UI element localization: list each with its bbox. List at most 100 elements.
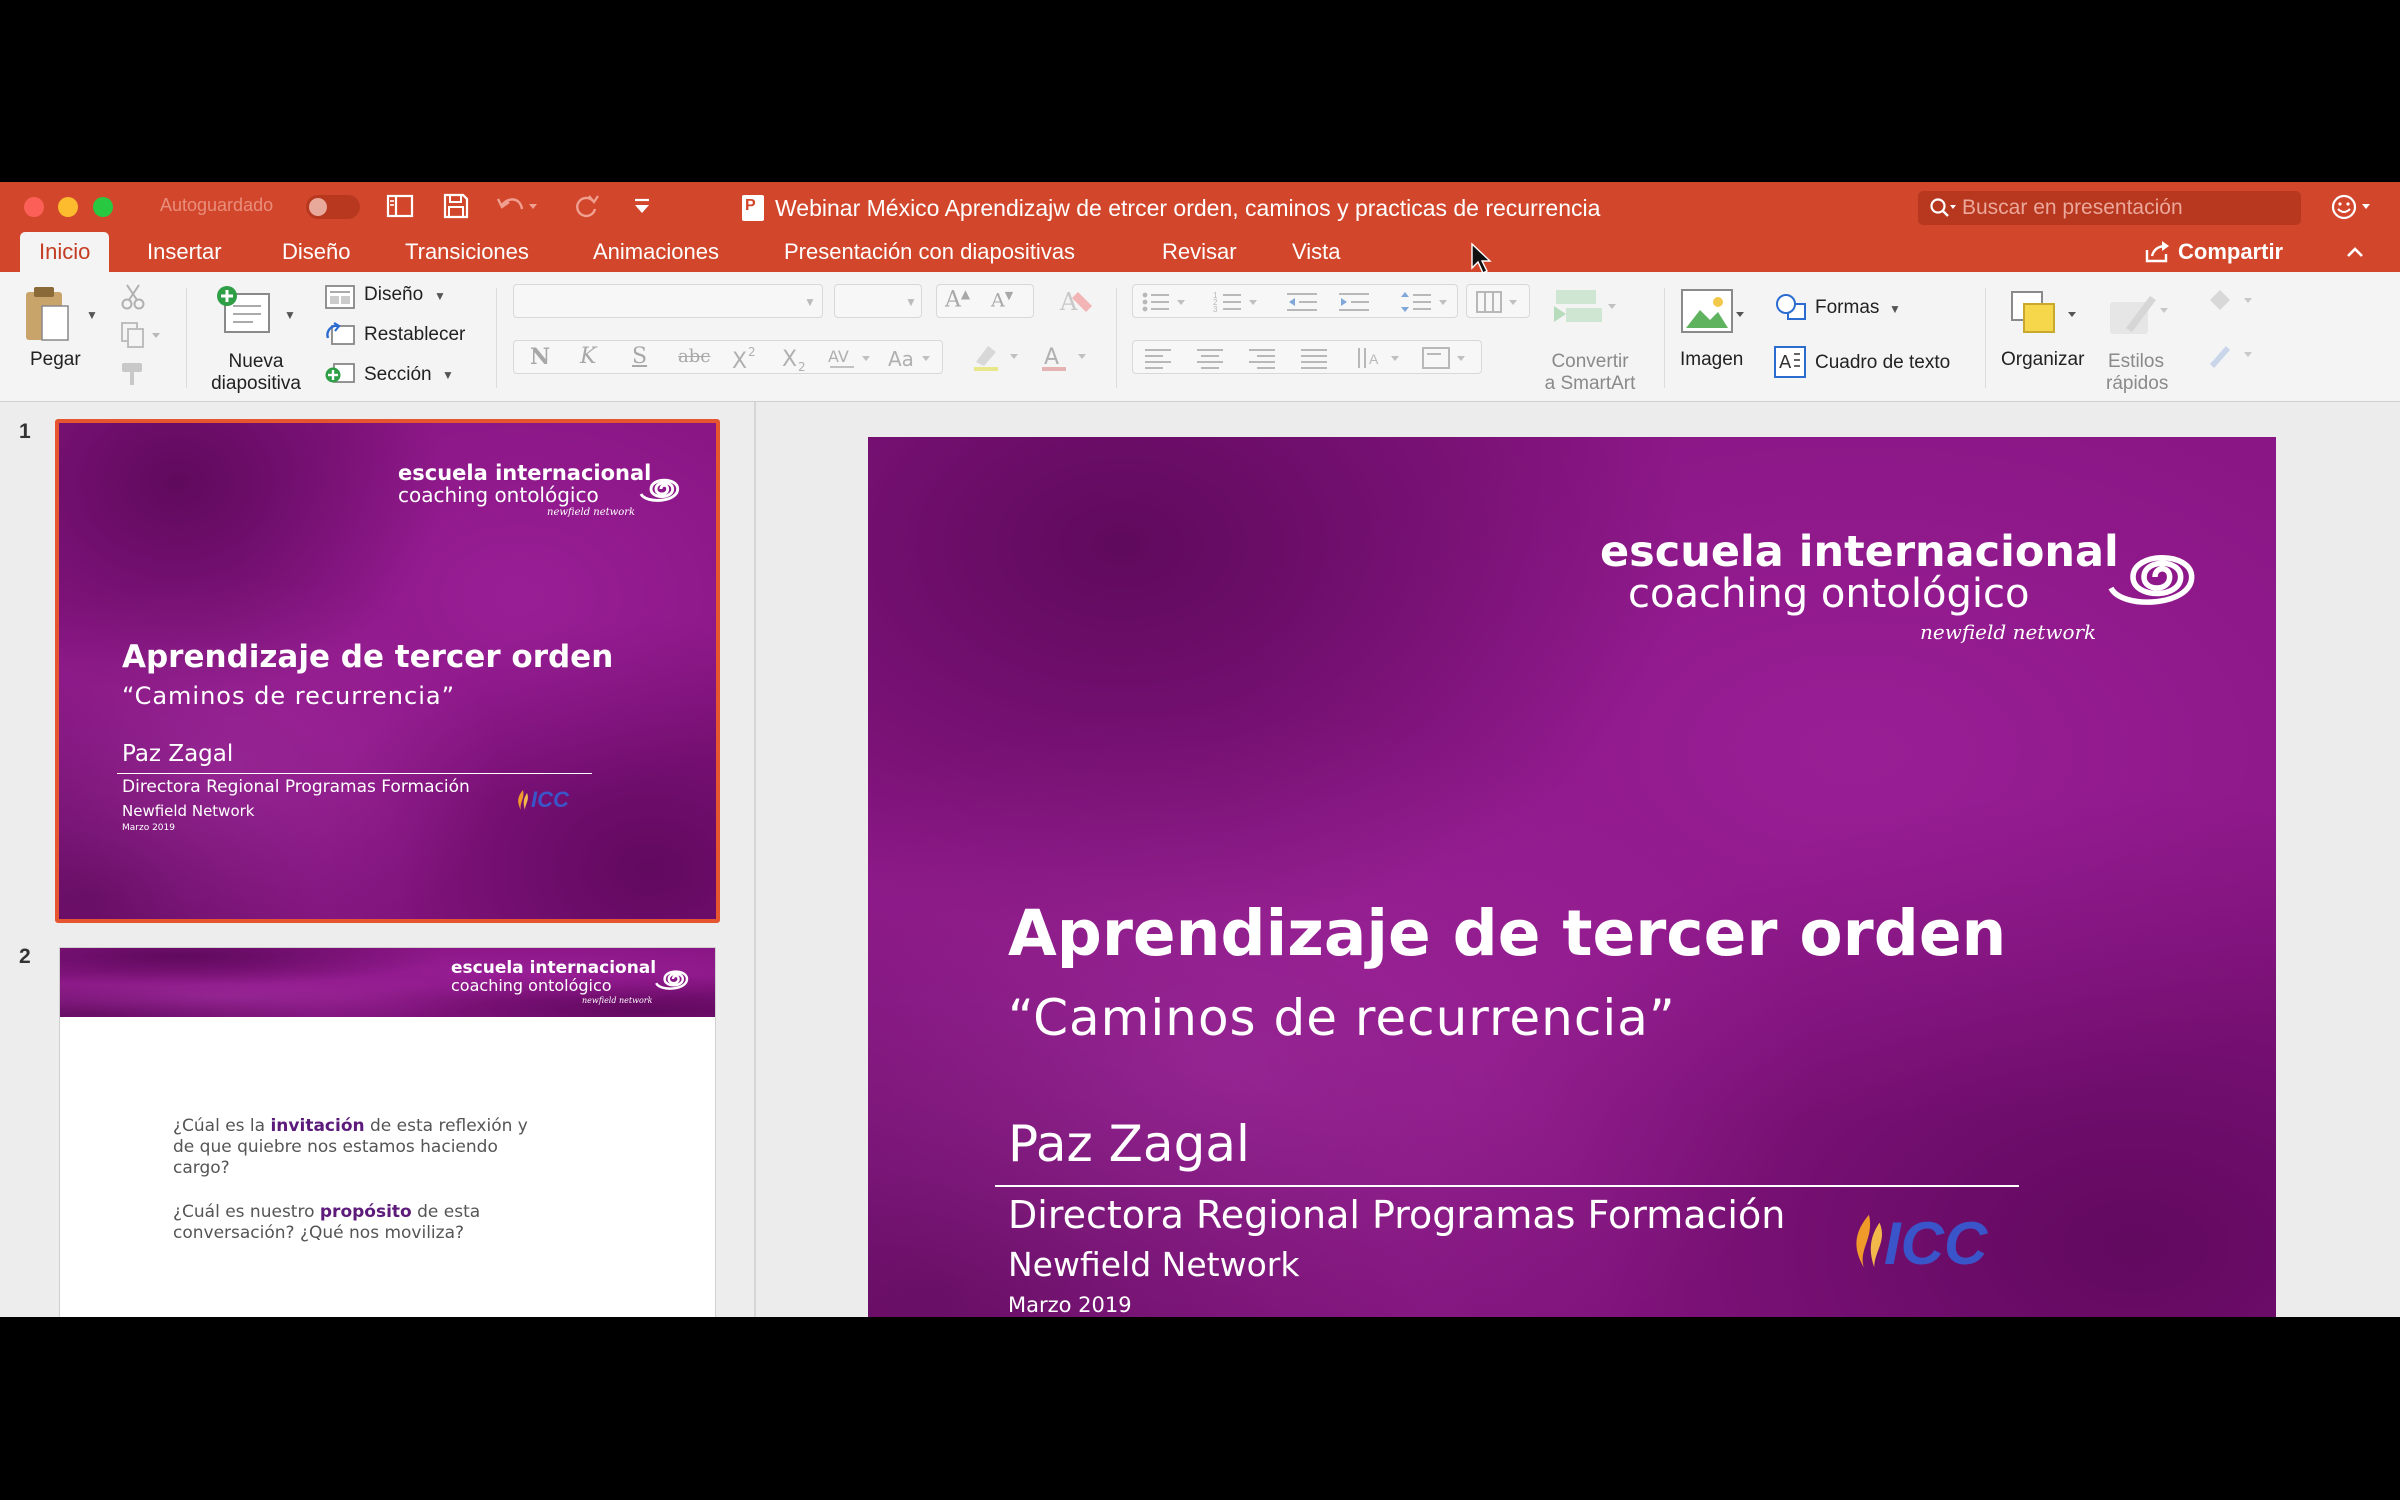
quick-styles-label-1: Estilos (2108, 351, 2164, 372)
align-right-icon[interactable] (1247, 347, 1277, 369)
reset-icon (326, 322, 355, 345)
increase-indent-icon[interactable] (1337, 290, 1377, 314)
svg-text:2: 2 (748, 345, 756, 359)
tab-presentacion[interactable]: Presentación con diapositivas (765, 232, 1094, 272)
format-painter-icon[interactable] (118, 358, 148, 388)
search-input[interactable] (1962, 191, 2292, 225)
shape-fill-icon[interactable] (2204, 286, 2260, 316)
redo-icon[interactable] (570, 191, 602, 223)
font-size-select[interactable]: ▼ (834, 284, 922, 318)
quick-styles-label-2: rápidos (2106, 373, 2169, 394)
align-left-icon[interactable] (1143, 347, 1173, 369)
subscript-icon[interactable]: X2 (780, 344, 810, 372)
thumb2-spiral-logo-icon (655, 970, 689, 990)
main-spiral-logo-icon (2108, 555, 2195, 605)
collapse-ribbon-icon[interactable] (2342, 240, 2368, 264)
customize-toolbar-icon[interactable] (626, 191, 658, 223)
font-size-grow-shrink[interactable]: A▲ A▼ (936, 284, 1034, 318)
columns-icon (1476, 291, 1517, 313)
share-button[interactable]: Compartir (2145, 232, 2284, 272)
font-family-select[interactable]: ▼ (513, 284, 823, 318)
slide-thumbnail-2[interactable]: escuela internacional coaching ontológic… (59, 947, 716, 1317)
editor-workspace: 1 escuela internacional coaching ontológ… (0, 402, 2400, 1317)
tab-insertar[interactable]: Insertar (128, 232, 241, 272)
main-slide-canvas[interactable]: escuela internacional coaching ontológic… (868, 437, 2276, 1317)
justify-icon[interactable] (1299, 347, 1329, 369)
save-icon[interactable] (440, 191, 472, 223)
search-box[interactable] (1918, 191, 2301, 225)
autosave-toggle[interactable] (306, 195, 360, 219)
slide-number-2: 2 (19, 945, 31, 968)
character-spacing-icon[interactable]: AV (826, 344, 876, 372)
text-direction-icon[interactable]: A (1355, 346, 1409, 370)
textbox-label: Cuadro de texto (1815, 352, 1951, 373)
undo-icon[interactable] (494, 191, 537, 223)
main-logo-line3: newfield network (1920, 620, 2097, 644)
thumb1-logo-line1: escuela internacional (398, 461, 652, 485)
thumb2-question-1: ¿Cúal es la invitación de esta reflexión… (173, 1116, 528, 1179)
smartart-label-1: Convertir (1551, 351, 1629, 372)
maximize-window-button[interactable] (93, 197, 113, 217)
italic-button[interactable]: K (580, 344, 596, 369)
copy-icon[interactable] (118, 320, 162, 350)
thumb2-question-2: ¿Cuál es nuestro propósito de esta conve… (173, 1202, 480, 1244)
thumb1-spiral-logo-icon (639, 478, 680, 502)
bold-button[interactable]: N (530, 344, 550, 370)
thumb1-icc-text: ICC (531, 787, 569, 812)
tab-diseno[interactable]: Diseño (263, 232, 369, 272)
picture-icon (1681, 289, 1744, 333)
numbering-icon[interactable]: 123 (1213, 290, 1263, 314)
thumb2-logo-line3: newfield network (582, 996, 653, 1005)
search-icon (1930, 198, 1956, 217)
powerpoint-document-icon (742, 195, 764, 221)
svg-text:Aa: Aa (888, 347, 914, 371)
share-label: Compartir (2178, 239, 2284, 264)
thumb1-date: Marzo 2019 (122, 823, 175, 833)
cut-icon[interactable] (118, 282, 148, 312)
thumb2-q2-line2: conversación? ¿Qué nos moviliza? (173, 1223, 465, 1243)
svg-text:A: A (1369, 351, 1379, 367)
columns-button[interactable] (1466, 284, 1530, 318)
shrink-font-icon: A▼ (991, 289, 1014, 312)
new-slide-label-2: diapositiva (211, 373, 301, 394)
svg-text:X: X (732, 349, 747, 372)
arrange-icon (2011, 291, 2076, 333)
change-case-icon[interactable]: Aa (886, 344, 938, 372)
superscript-icon[interactable]: X2 (730, 344, 760, 372)
ribbon-toolbar: ▼ Pegar ▼ Nueva diapositiva Diseño ▼ Res… (0, 272, 2400, 402)
slide-thumbnail-1[interactable]: escuela internacional coaching ontológic… (59, 423, 716, 919)
strikethrough-button[interactable]: abc (678, 346, 710, 367)
svg-text:AV: AV (828, 347, 849, 366)
bullets-icon[interactable] (1141, 290, 1191, 314)
tab-animaciones[interactable]: Animaciones (574, 232, 738, 272)
highlight-color-icon[interactable] (970, 342, 1026, 372)
underline-button[interactable]: S (632, 344, 647, 369)
align-center-icon[interactable] (1195, 347, 1225, 369)
thumb2-logo-line2: coaching ontológico (451, 976, 612, 995)
line-spacing-icon[interactable] (1399, 290, 1453, 314)
thumb1-org: Newfield Network (122, 802, 255, 820)
new-slide-icon (217, 286, 270, 333)
font-style-buttons: N K S abc X2 X2 AV Aa (513, 340, 943, 374)
clear-formatting-icon[interactable]: A (1054, 286, 1096, 318)
tab-revisar[interactable]: Revisar (1143, 232, 1256, 272)
feedback-smiley-icon[interactable] (2330, 193, 2378, 221)
font-color-icon[interactable]: A (1040, 342, 1096, 372)
main-icc-text: ICC (1884, 1210, 1988, 1277)
minimize-window-button[interactable] (58, 197, 78, 217)
sidebar-toggle-icon[interactable] (384, 191, 416, 223)
tab-vista[interactable]: Vista (1273, 232, 1360, 272)
tab-inicio[interactable]: Inicio (20, 232, 110, 272)
decrease-indent-icon[interactable] (1285, 290, 1325, 314)
smartart-icon (1554, 290, 1616, 322)
shape-outline-icon[interactable] (2204, 340, 2260, 370)
shapes-label: Formas (1815, 297, 1880, 318)
tab-transiciones[interactable]: Transiciones (386, 232, 548, 272)
picture-label: Imagen (1680, 349, 1744, 370)
align-text-icon[interactable] (1421, 346, 1475, 370)
thumb2-header-band: escuela internacional coaching ontológic… (60, 948, 715, 1017)
mouse-cursor-icon (1471, 242, 1492, 274)
svg-text:3: 3 (1213, 305, 1218, 314)
main-logo-line1: escuela internacional (1600, 527, 2119, 577)
close-window-button[interactable] (24, 197, 44, 217)
